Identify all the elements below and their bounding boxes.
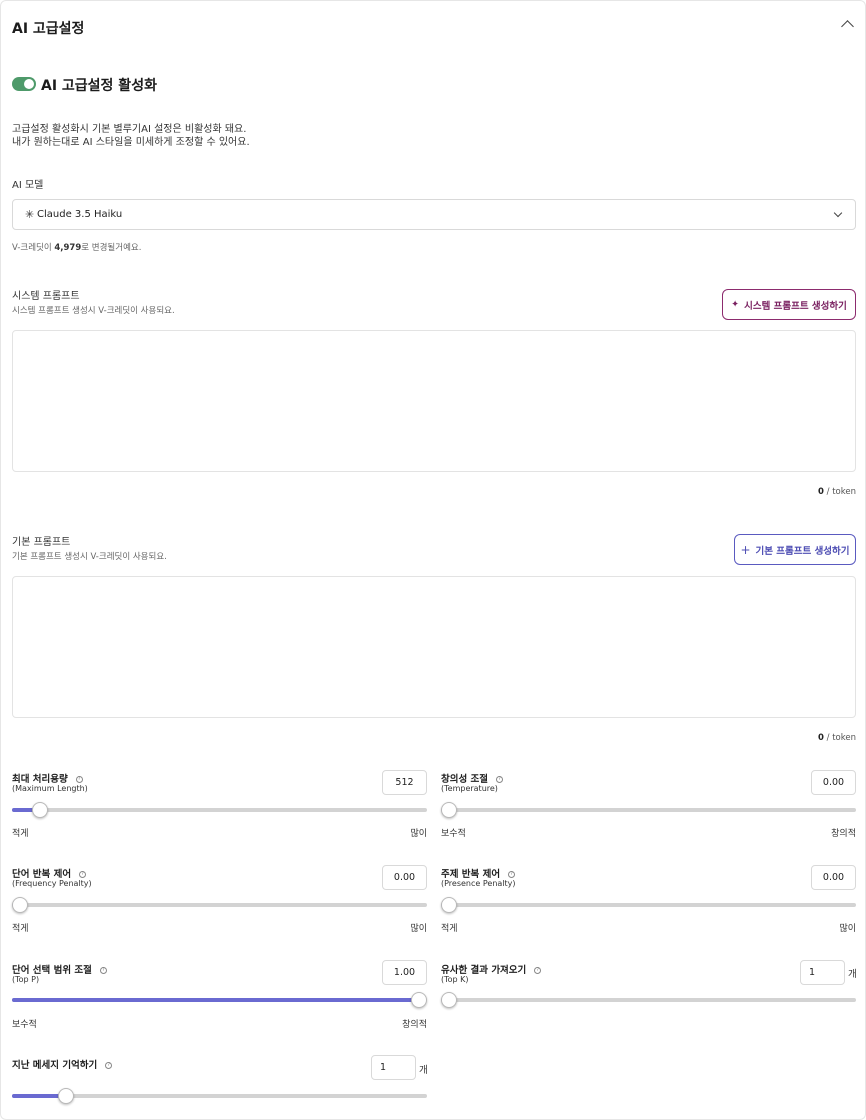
help-icon[interactable]: ? <box>508 871 516 878</box>
generate-system-prompt-button[interactable]: ✦ 시스템 프롬프트 생성하기 <box>722 289 856 320</box>
model-selected-value: Claude 3.5 Haiku <box>37 209 123 220</box>
presence-penalty-slider[interactable] <box>441 897 856 913</box>
help-icon[interactable]: ? <box>99 967 107 974</box>
frequency-penalty-label: 단어 반복 제어? <box>12 866 87 880</box>
temperature-input[interactable]: 0.00 <box>811 770 856 795</box>
description-line-2: 내가 원하는대로 AI 스타일을 미세하게 조정할 수 있어요. <box>12 137 250 148</box>
base-prompt-label: 기본 프롬프트 <box>12 537 71 548</box>
advanced-settings-panel: AI 고급설정 AI 고급설정 활성화 고급설정 활성화시 기본 별루기AI 설… <box>0 0 866 1120</box>
system-prompt-hint: 시스템 프롬프트 생성시 V-크레딧이 사용되요. <box>12 306 175 316</box>
top-k-input[interactable]: 1 <box>800 960 845 985</box>
temperature-label: 창의성 조절? <box>441 771 504 785</box>
base-prompt-hint: 기본 프롬프트 생성시 V-크레딧이 사용되요. <box>12 552 167 562</box>
base-prompt-textarea[interactable] <box>12 576 856 718</box>
memory-slider[interactable] <box>12 1088 427 1104</box>
memory-unit: 개 <box>419 1065 428 1076</box>
credit-note: V-크레딧이 4,979로 변경될거예요. <box>12 243 142 253</box>
help-icon[interactable]: ? <box>79 871 87 878</box>
presence-penalty-sub: (Presence Penalty) <box>441 879 516 888</box>
max-length-label: 최대 처리용량? <box>12 771 83 785</box>
model-label: AI 모델 <box>12 180 44 191</box>
temperature-slider[interactable] <box>441 802 856 818</box>
presence-penalty-min-label: 적게 <box>441 924 458 934</box>
top-p-slider-handle[interactable] <box>411 992 427 1008</box>
generate-base-prompt-button[interactable]: + 기본 프롬프트 생성하기 <box>734 534 856 565</box>
max-length-max-label: 많이 <box>410 829 427 839</box>
frequency-penalty-max-label: 많이 <box>410 924 427 934</box>
temperature-slider-handle[interactable] <box>441 802 457 818</box>
memory-label: 지난 메세지 기억하기? <box>12 1057 113 1071</box>
top-k-label: 유사한 결과 가져오기? <box>441 962 542 976</box>
frequency-penalty-min-label: 적게 <box>12 924 29 934</box>
top-p-slider[interactable] <box>12 992 427 1008</box>
max-length-slider-handle[interactable] <box>31 802 48 818</box>
system-prompt-textarea[interactable] <box>12 330 856 472</box>
plus-icon: + <box>740 542 751 557</box>
top-p-label: 단어 선택 범위 조절? <box>12 962 107 976</box>
top-p-input[interactable]: 1.00 <box>382 960 427 985</box>
toggle-label: AI 고급설정 활성화 <box>41 78 157 94</box>
top-k-slider[interactable] <box>441 992 856 1008</box>
temperature-min-label: 보수적 <box>441 829 466 839</box>
presence-penalty-input[interactable]: 0.00 <box>811 865 856 890</box>
frequency-penalty-slider[interactable] <box>12 897 427 913</box>
top-p-sub: (Top P) <box>12 975 40 984</box>
claude-star-icon: ✳ <box>25 208 35 221</box>
temperature-max-label: 창의적 <box>831 829 856 839</box>
presence-penalty-max-label: 많이 <box>839 924 856 934</box>
collapse-chevron-icon[interactable] <box>841 20 854 33</box>
chevron-down-icon <box>833 208 843 218</box>
model-select[interactable]: ✳ Claude 3.5 Haiku <box>12 199 856 230</box>
help-icon[interactable]: ? <box>534 967 542 974</box>
max-length-slider[interactable] <box>12 802 427 818</box>
presence-penalty-slider-handle[interactable] <box>441 897 457 913</box>
presence-penalty-label: 주제 반복 제어? <box>441 866 516 880</box>
help-icon[interactable]: ? <box>105 1062 113 1069</box>
top-p-max-label: 창의적 <box>402 1020 427 1030</box>
system-prompt-label: 시스템 프롬프트 <box>12 291 80 302</box>
frequency-penalty-sub: (Frequency Penalty) <box>12 879 92 888</box>
advanced-settings-toggle[interactable] <box>12 77 36 91</box>
max-length-input[interactable]: 512 <box>382 770 427 795</box>
system-prompt-token-counter: 0 / token <box>818 487 856 497</box>
base-prompt-token-counter: 0 / token <box>818 733 856 743</box>
help-icon[interactable]: ? <box>496 776 504 783</box>
frequency-penalty-slider-handle[interactable] <box>12 897 28 913</box>
memory-input[interactable]: 1 <box>371 1055 416 1080</box>
section-title: AI 고급설정 <box>12 21 85 37</box>
temperature-sub: (Temperature) <box>441 784 498 793</box>
top-k-unit: 개 <box>848 969 857 980</box>
max-length-min-label: 적게 <box>12 829 29 839</box>
sparkle-icon: ✦ <box>731 299 740 310</box>
toggle-knob <box>24 79 34 89</box>
frequency-penalty-input[interactable]: 0.00 <box>382 865 427 890</box>
top-k-sub: (Top K) <box>441 975 469 984</box>
memory-slider-handle[interactable] <box>57 1088 74 1104</box>
help-icon[interactable]: ? <box>75 776 83 783</box>
top-k-slider-handle[interactable] <box>441 992 457 1008</box>
top-p-min-label: 보수적 <box>12 1020 37 1030</box>
max-length-sub: (Maximum Length) <box>12 784 88 793</box>
